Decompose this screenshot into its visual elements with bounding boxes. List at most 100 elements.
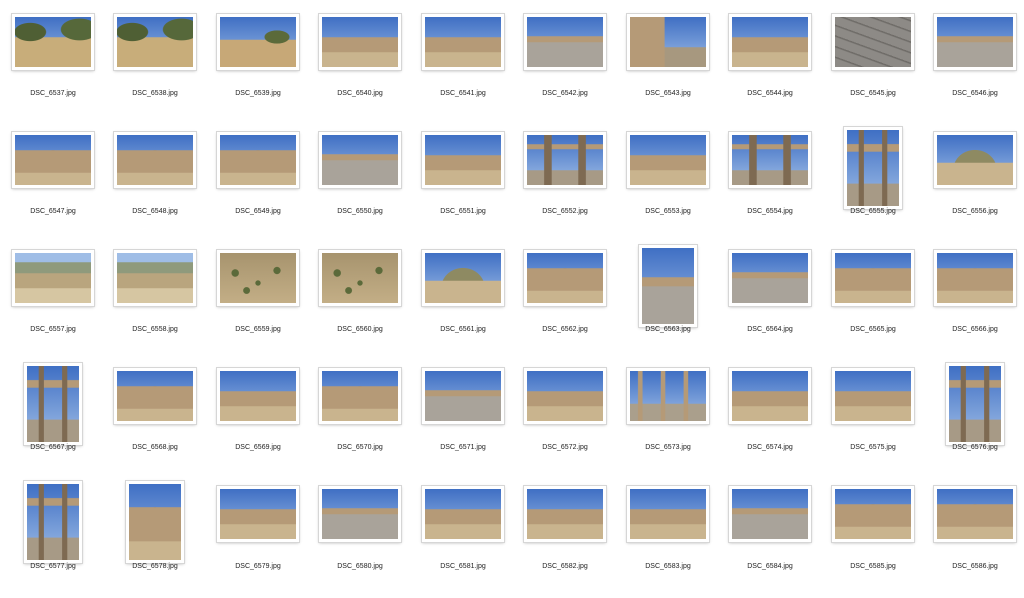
photo-item[interactable]: DSC_6538.jpg (104, 8, 206, 126)
photo-item[interactable]: DSC_6560.jpg (309, 244, 411, 362)
photo-thumbnail[interactable] (24, 363, 82, 445)
photo-item[interactable]: DSC_6537.jpg (2, 8, 104, 126)
photo-item[interactable]: DSC_6543.jpg (617, 8, 719, 126)
photo-item[interactable]: DSC_6574.jpg (719, 362, 821, 480)
photo-item[interactable]: DSC_6558.jpg (104, 244, 206, 362)
photo-item[interactable]: DSC_6549.jpg (207, 126, 309, 244)
photo-thumbnail[interactable] (422, 368, 504, 424)
photo-item[interactable]: DSC_6556.jpg (924, 126, 1024, 244)
photo-item[interactable]: DSC_6562.jpg (514, 244, 616, 362)
photo-item[interactable]: DSC_6548.jpg (104, 126, 206, 244)
photo-item[interactable]: DSC_6573.jpg (617, 362, 719, 480)
photo-thumbnail[interactable] (24, 481, 82, 563)
photo-item[interactable]: DSC_6586.jpg (924, 480, 1024, 598)
photo-item[interactable]: DSC_6539.jpg (207, 8, 309, 126)
photo-item[interactable]: DSC_6576.jpg (924, 362, 1024, 480)
photo-item[interactable]: DSC_6575.jpg (822, 362, 924, 480)
photo-thumbnail[interactable] (524, 132, 606, 188)
photo-thumbnail[interactable] (319, 250, 401, 306)
photo-item[interactable]: DSC_6542.jpg (514, 8, 616, 126)
photo-thumbnail[interactable] (729, 14, 811, 70)
photo-item[interactable]: DSC_6561.jpg (412, 244, 514, 362)
photo-item[interactable]: DSC_6546.jpg (924, 8, 1024, 126)
photo-item[interactable]: DSC_6545.jpg (822, 8, 924, 126)
photo-item[interactable]: DSC_6554.jpg (719, 126, 821, 244)
photo-thumbnail[interactable] (422, 14, 504, 70)
photo-item[interactable]: DSC_6547.jpg (2, 126, 104, 244)
photo-item[interactable]: DSC_6578.jpg (104, 480, 206, 598)
photo-item[interactable]: DSC_6582.jpg (514, 480, 616, 598)
photo-item[interactable]: DSC_6579.jpg (207, 480, 309, 598)
photo-item[interactable]: DSC_6559.jpg (207, 244, 309, 362)
photo-thumbnail[interactable] (114, 368, 196, 424)
photo-thumbnail[interactable] (217, 132, 299, 188)
photo-item[interactable]: DSC_6552.jpg (514, 126, 616, 244)
photo-thumbnail[interactable] (934, 14, 1016, 70)
photo-thumbnail[interactable] (12, 14, 94, 70)
photo-thumbnail[interactable] (126, 481, 184, 563)
photo-item[interactable]: DSC_6584.jpg (719, 480, 821, 598)
photo-thumbnail[interactable] (639, 245, 697, 327)
photo-thumbnail[interactable] (729, 486, 811, 542)
photo-item[interactable]: DSC_6570.jpg (309, 362, 411, 480)
photo-thumbnail[interactable] (524, 14, 606, 70)
photo-thumbnail[interactable] (114, 132, 196, 188)
photo-thumbnail[interactable] (832, 368, 914, 424)
photo-item[interactable]: DSC_6580.jpg (309, 480, 411, 598)
photo-thumbnail[interactable] (627, 368, 709, 424)
photo-thumbnail[interactable] (422, 132, 504, 188)
photo-item[interactable]: DSC_6585.jpg (822, 480, 924, 598)
photo-item[interactable]: DSC_6553.jpg (617, 126, 719, 244)
photo-item[interactable]: DSC_6563.jpg (617, 244, 719, 362)
photo-thumbnail[interactable] (319, 132, 401, 188)
photo-item[interactable]: DSC_6569.jpg (207, 362, 309, 480)
photo-thumbnail[interactable] (729, 132, 811, 188)
photo-item[interactable]: DSC_6572.jpg (514, 362, 616, 480)
photo-thumbnail[interactable] (832, 250, 914, 306)
photo-thumbnail[interactable] (524, 250, 606, 306)
photo-thumbnail[interactable] (946, 363, 1004, 445)
photo-item[interactable]: DSC_6551.jpg (412, 126, 514, 244)
photo-thumbnail[interactable] (114, 250, 196, 306)
photo-item[interactable]: DSC_6564.jpg (719, 244, 821, 362)
photo-thumbnail[interactable] (832, 486, 914, 542)
photo-thumbnail[interactable] (422, 250, 504, 306)
photo-thumbnail[interactable] (627, 486, 709, 542)
photo-item[interactable]: DSC_6544.jpg (719, 8, 821, 126)
photo-thumbnail[interactable] (934, 486, 1016, 542)
photo-thumbnail[interactable] (844, 127, 902, 209)
photo-thumbnail[interactable] (524, 486, 606, 542)
photo-item[interactable]: DSC_6555.jpg (822, 126, 924, 244)
photo-thumbnail[interactable] (12, 250, 94, 306)
photo-item[interactable]: DSC_6583.jpg (617, 480, 719, 598)
photo-thumbnail[interactable] (217, 486, 299, 542)
photo-thumbnail[interactable] (114, 14, 196, 70)
photo-thumbnail[interactable] (319, 486, 401, 542)
photo-thumbnail[interactable] (217, 368, 299, 424)
photo-item[interactable]: DSC_6565.jpg (822, 244, 924, 362)
photo-item[interactable]: DSC_6571.jpg (412, 362, 514, 480)
photo-thumbnail[interactable] (422, 486, 504, 542)
photo-thumbnail[interactable] (217, 14, 299, 70)
photo-thumbnail[interactable] (12, 132, 94, 188)
photo-thumbnail[interactable] (832, 14, 914, 70)
photo-thumbnail[interactable] (934, 132, 1016, 188)
photo-thumbnail[interactable] (729, 368, 811, 424)
photo-thumbnail[interactable] (217, 250, 299, 306)
photo-item[interactable]: DSC_6550.jpg (309, 126, 411, 244)
photo-item[interactable]: DSC_6567.jpg (2, 362, 104, 480)
photo-item[interactable]: DSC_6540.jpg (309, 8, 411, 126)
photo-thumbnail[interactable] (729, 250, 811, 306)
photo-thumbnail[interactable] (627, 14, 709, 70)
photo-item[interactable]: DSC_6568.jpg (104, 362, 206, 480)
photo-thumbnail[interactable] (627, 132, 709, 188)
photo-item[interactable]: DSC_6557.jpg (2, 244, 104, 362)
photo-item[interactable]: DSC_6581.jpg (412, 480, 514, 598)
photo-thumbnail[interactable] (524, 368, 606, 424)
photo-thumbnail[interactable] (319, 368, 401, 424)
photo-thumbnail[interactable] (934, 250, 1016, 306)
photo-item[interactable]: DSC_6577.jpg (2, 480, 104, 598)
photo-item[interactable]: DSC_6541.jpg (412, 8, 514, 126)
photo-thumbnail[interactable] (319, 14, 401, 70)
photo-item[interactable]: DSC_6566.jpg (924, 244, 1024, 362)
